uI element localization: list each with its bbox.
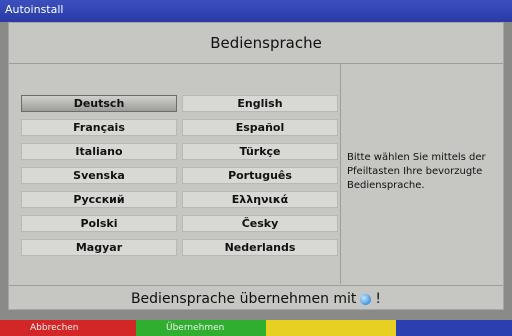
title-bar: Autoinstall: [0, 0, 512, 22]
ok-button-icon: [360, 293, 372, 305]
language-option-francais[interactable]: Français: [21, 119, 177, 136]
language-option-svenska[interactable]: Svenska: [21, 167, 177, 184]
language-option-deutsch[interactable]: Deutsch: [21, 95, 177, 112]
footer-hint-text: Bediensprache übernehmen mit: [130, 291, 357, 307]
footer-hint-suffix: !: [375, 291, 382, 307]
autoinstall-dialog: Bediensprache Deutsch Français Italiano …: [8, 22, 504, 310]
language-option-portugues[interactable]: Português: [182, 167, 338, 184]
green-button-label: Übernehmen: [166, 323, 225, 333]
yellow-button[interactable]: [266, 320, 396, 336]
language-option-english[interactable]: English: [182, 95, 338, 112]
window-title: Autoinstall: [5, 3, 64, 16]
language-option-espanol[interactable]: Español: [182, 119, 338, 136]
language-option-magyar[interactable]: Magyar: [21, 239, 177, 256]
language-option-polski[interactable]: Polski: [21, 215, 177, 232]
green-button-apply[interactable]: Übernehmen: [136, 320, 266, 336]
language-option-nederlands[interactable]: Nederlands: [182, 239, 338, 256]
footer-hint: Bediensprache übernehmen mit !: [9, 285, 503, 312]
red-button-cancel[interactable]: Abbrechen: [0, 320, 136, 336]
language-option-russian[interactable]: Русский: [21, 191, 177, 208]
language-list: Deutsch Français Italiano Svenska Русски…: [9, 64, 341, 284]
language-option-cesky[interactable]: Česky: [182, 215, 338, 232]
page-header: Bediensprache: [9, 23, 503, 64]
instruction-text: Bitte wählen Sie mittels der Pfeiltasten…: [347, 152, 486, 191]
language-option-italiano[interactable]: Italiano: [21, 143, 177, 160]
page-title: Bediensprache: [210, 34, 322, 52]
language-option-greek[interactable]: Ελληνικά: [182, 191, 338, 208]
blue-button[interactable]: [396, 320, 512, 336]
language-option-turkce[interactable]: Türkçe: [182, 143, 338, 160]
red-button-label: Abbrechen: [30, 323, 79, 333]
